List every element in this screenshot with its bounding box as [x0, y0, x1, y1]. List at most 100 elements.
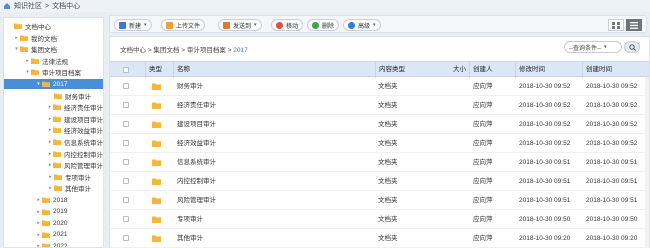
tree-item[interactable]: ▸ 我的文档 — [4, 33, 103, 43]
column-header-type[interactable]: 类型 — [145, 62, 171, 78]
expand-toggle-icon[interactable]: ▸ — [24, 58, 31, 64]
table-row[interactable]: 信息系统审计 文档夹 应向萍 2018-10-30 09:51 2018-10-30 0… — [110, 153, 649, 172]
tree-item[interactable]: ▸ 信息系统审计 — [4, 137, 103, 147]
tree-item[interactable]: ▸ 内控控制审计 — [4, 149, 103, 159]
cell-name[interactable]: 信息系统审计 — [177, 153, 216, 172]
cell-name[interactable]: 内控控制审计 — [177, 172, 216, 191]
column-header-content-type[interactable]: 内容类型 — [375, 62, 437, 78]
breadcrumb-knowledge-community[interactable]: 知识社区 — [14, 1, 42, 11]
table-row[interactable]: 经济责任审计 文档夹 应向萍 2018-10-30 09:52 2018-10-30 0… — [110, 96, 649, 115]
row-checkbox[interactable] — [123, 83, 129, 89]
tree-item-label: 风险管理审计 — [64, 163, 103, 171]
cell-created-time: 2018-10-30 09:51 — [586, 159, 638, 166]
search-button[interactable] — [624, 41, 640, 53]
grid-view-button[interactable] — [608, 19, 624, 31]
row-checkbox[interactable] — [123, 216, 129, 222]
new-button[interactable]: 新建 ▾ — [114, 19, 152, 31]
expand-toggle-icon[interactable]: ▸ — [35, 209, 42, 215]
row-checkbox[interactable] — [123, 197, 129, 203]
tree-item[interactable]: ▾ 集团文档 — [4, 44, 103, 54]
table-row[interactable]: 其他审计 文档夹 应向萍 2018-10-30 09:20 2018-10-30 09:… — [110, 229, 649, 248]
expand-toggle-icon[interactable]: ▸ — [35, 197, 42, 203]
expand-toggle-icon[interactable]: ▸ — [13, 35, 20, 41]
row-checkbox[interactable] — [123, 121, 129, 127]
cell-name[interactable]: 财务审计 — [177, 77, 203, 96]
expand-toggle-icon[interactable]: ▸ — [47, 174, 54, 180]
tree-item[interactable]: ▸ 经济效益审计 — [4, 125, 103, 135]
cell-modified-time: 2018-10-30 09:51 — [519, 159, 571, 166]
tree-item[interactable]: ▸ 2018 — [4, 195, 103, 205]
expand-toggle-icon[interactable]: ▸ — [47, 185, 54, 191]
expand-toggle-icon[interactable]: ▸ — [35, 220, 42, 226]
cell-name[interactable]: 风险管理审计 — [177, 191, 216, 210]
path-group-documents[interactable]: 集团文档 — [153, 47, 179, 54]
tree-item-label: 专项审计 — [65, 174, 91, 182]
path-audit-archives[interactable]: 审计项目档案 — [187, 47, 226, 54]
folder-icon — [152, 216, 161, 223]
tree-item[interactable]: ▸ 其他审计 — [4, 183, 103, 193]
cell-modified-time: 2018-10-30 09:50 — [519, 216, 571, 223]
cell-name[interactable]: 经济效益审计 — [177, 134, 216, 153]
vertical-scrollbar[interactable] — [645, 77, 649, 248]
column-header-modified-time[interactable]: 修改时间 — [515, 62, 579, 78]
cell-name[interactable]: 经济责任审计 — [177, 96, 216, 115]
table-row[interactable]: 建设项目审计 文档夹 应向萍 2018-10-30 09:52 2018-10-30 0… — [110, 115, 649, 134]
select-all-checkbox[interactable] — [123, 67, 129, 73]
tree-item[interactable]: ▾ 审计项目档案 — [4, 67, 103, 77]
column-header-size[interactable]: 大小 — [437, 62, 468, 78]
cell-modified-time: 2018-10-30 09:51 — [519, 178, 571, 185]
table-row[interactable]: 专项审计 文档夹 应向萍 2018-10-30 09:50 2018-10-30 09:… — [110, 210, 649, 229]
column-header-creator[interactable]: 创建人 — [469, 62, 511, 78]
tree-item[interactable]: ▸ 风险管理审计 — [4, 160, 103, 170]
tree-item-label: 2022 — [53, 242, 68, 248]
list-view-button[interactable] — [626, 19, 642, 31]
send-to-button[interactable]: 发送到 ▾ — [218, 19, 262, 31]
cell-creator: 应向萍 — [473, 216, 493, 223]
column-header-name[interactable]: 名称 — [173, 62, 373, 78]
move-button[interactable]: 移动 — [271, 19, 304, 31]
breadcrumb-document-center[interactable]: 文档中心 — [52, 1, 80, 11]
collapse-toggle-icon[interactable]: ▾ — [35, 81, 42, 87]
tree-item[interactable]: ▸ 2021 — [4, 230, 103, 240]
tree-item-label: 文档中心 — [25, 24, 51, 31]
upload-button[interactable]: 上传文件 — [161, 19, 206, 31]
tree-item[interactable]: 财务审计 — [4, 91, 103, 101]
cell-creator: 应向萍 — [473, 197, 493, 204]
cell-name[interactable]: 建设项目审计 — [177, 115, 216, 134]
table-row[interactable]: 风险管理审计 文档夹 应向萍 2018-10-30 09:51 2018-10-30 0… — [110, 191, 649, 210]
path-document-center[interactable]: 文档中心 — [120, 47, 146, 54]
table-row[interactable]: 财务审计 文档夹 应向萍 2018-10-30 09:52 2018-10-30 09:… — [110, 77, 649, 96]
tree-item[interactable]: ▸ 法律法规 — [4, 56, 103, 66]
table-row[interactable]: 内控控制审计 文档夹 应向萍 2018-10-30 09:51 2018-10-30 0… — [110, 172, 649, 191]
cell-name[interactable]: 其他审计 — [177, 229, 203, 248]
cell-name[interactable]: 专项审计 — [177, 210, 203, 229]
top-breadcrumb-bar: 知识社区 > 文档中心 — [0, 0, 650, 12]
collapse-toggle-icon[interactable]: ▾ — [24, 69, 31, 75]
home-icon[interactable] — [3, 2, 11, 10]
collapse-toggle-icon[interactable]: ▾ — [13, 46, 20, 52]
tree-item[interactable]: ▸ 2019 — [4, 207, 103, 217]
tree-item[interactable]: ▾ 2017 — [4, 79, 103, 89]
query-condition-select[interactable]: --查询条件-- ▾ — [564, 41, 622, 53]
tree-item[interactable]: ▸ 专项审计 — [4, 172, 103, 182]
tree-item[interactable]: 文档中心 — [4, 21, 103, 31]
expand-toggle-icon[interactable]: ▸ — [35, 243, 42, 247]
folder-open-icon — [14, 23, 22, 29]
tree-item[interactable]: ▸ 建设项目审计 — [4, 114, 103, 124]
tree-item-label: 2018 — [53, 196, 68, 204]
folder-tree-sidebar: 文档中心 ▸ 我的文档 ▾ 集团文档 ▸ 法律法规 ▾ 审计项目档案 ▾ 2017 财务审计 ▸ 经济责任… — [3, 17, 104, 248]
row-checkbox[interactable] — [123, 102, 129, 108]
row-checkbox[interactable] — [123, 159, 129, 165]
cell-modified-time: 2018-10-30 09:52 — [519, 121, 571, 128]
tree-item[interactable]: ▸ 2022 — [4, 241, 103, 248]
row-checkbox[interactable] — [123, 235, 129, 241]
advanced-button[interactable]: 高级 ▾ — [343, 19, 381, 31]
column-header-created-time[interactable]: 创建时间 — [582, 62, 646, 78]
tree-item[interactable]: ▸ 经济责任审计 — [4, 102, 103, 112]
tree-item[interactable]: ▸ 2020 — [4, 218, 103, 228]
table-row[interactable]: 经济效益审计 文档夹 应向萍 2018-10-30 09:52 2018-10-30 0… — [110, 134, 649, 153]
expand-toggle-icon[interactable]: ▸ — [35, 232, 42, 238]
row-checkbox[interactable] — [123, 140, 129, 146]
row-checkbox[interactable] — [123, 178, 129, 184]
delete-button[interactable]: 删除 — [307, 19, 340, 31]
